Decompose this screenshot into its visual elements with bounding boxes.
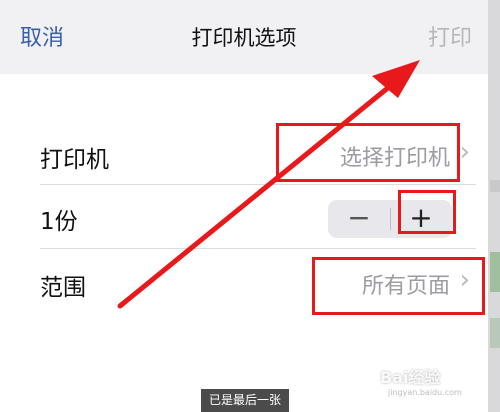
watermark-logo: Bai经验 bbox=[380, 368, 441, 387]
red-arrow-annotation bbox=[117, 60, 420, 309]
watermark-url: jingyan.baidu.com bbox=[388, 388, 462, 397]
toast-message: 已是最后一张 bbox=[201, 389, 289, 412]
background-app-strip bbox=[488, 0, 500, 412]
